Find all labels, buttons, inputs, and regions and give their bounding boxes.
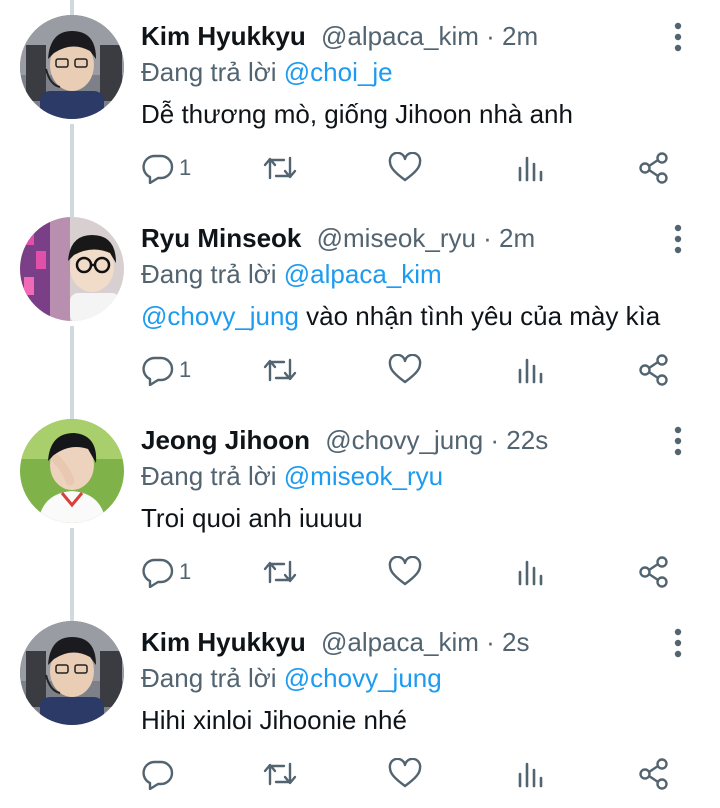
- tweet-body: Troi quoi anh iuuuu: [141, 503, 363, 533]
- tweet-header: Kim Hyukkyu @alpaca_kim · 2m: [141, 18, 538, 54]
- replying-to: Đang trả lời @choi_je: [141, 54, 393, 90]
- more-options-icon[interactable]: [666, 426, 690, 456]
- heart-icon: [388, 354, 422, 384]
- action-bar: [0, 756, 720, 796]
- analytics-icon: [518, 762, 543, 788]
- heart-icon: [388, 152, 422, 182]
- share-icon: [639, 354, 668, 386]
- replying-mention-link[interactable]: @miseok_ryu: [284, 461, 443, 491]
- replying-label: Đang trả lời: [141, 57, 284, 87]
- replying-label: Đang trả lời: [141, 663, 284, 693]
- analytics-button[interactable]: [516, 352, 546, 388]
- timestamp[interactable]: · 2m: [483, 223, 535, 253]
- tweet-text: Hihi xinloi Jihoonie nhé: [141, 702, 407, 738]
- replying-to: Đang trả lời @miseok_ryu: [141, 458, 443, 494]
- analytics-button[interactable]: [516, 554, 546, 590]
- tweet[interactable]: Kim Hyukkyu @alpaca_kim · 2s Đang trả lờ…: [0, 606, 720, 808]
- reply-icon: [142, 154, 174, 184]
- like-button[interactable]: [388, 352, 422, 388]
- replying-mention-link[interactable]: @alpaca_kim: [284, 259, 442, 289]
- replying-label: Đang trả lời: [141, 259, 284, 289]
- reply-count: 1: [179, 155, 192, 180]
- retweet-icon: [263, 560, 297, 584]
- retweet-button[interactable]: [262, 756, 298, 792]
- tweet[interactable]: Jeong Jihoon @chovy_jung · 22s Đang trả …: [0, 404, 720, 606]
- reply-icon: [142, 760, 174, 790]
- retweet-button[interactable]: [262, 352, 298, 388]
- reply-button[interactable]: 1: [141, 554, 191, 590]
- tweet-body: Dễ thương mò, giống Jihoon nhà anh: [141, 99, 573, 129]
- tweet-text: @chovy_jung vào nhận tình yêu của mày kì…: [141, 298, 660, 334]
- share-button[interactable]: [638, 352, 670, 388]
- retweet-button[interactable]: [262, 150, 298, 186]
- like-button[interactable]: [388, 554, 422, 590]
- action-bar: 1: [0, 352, 720, 392]
- reply-icon: [142, 356, 174, 386]
- action-bar: 1: [0, 554, 720, 594]
- author-handle[interactable]: @chovy_jung: [325, 425, 483, 455]
- tweet-header: Kim Hyukkyu @alpaca_kim · 2s: [141, 624, 529, 660]
- share-button[interactable]: [638, 554, 670, 590]
- retweet-icon: [263, 358, 297, 382]
- replying-mention-link[interactable]: @choi_je: [284, 57, 393, 87]
- share-button[interactable]: [638, 150, 670, 186]
- timestamp[interactable]: · 22s: [490, 425, 548, 455]
- author-handle[interactable]: @alpaca_kim: [321, 21, 479, 51]
- tweet-text: Dễ thương mò, giống Jihoon nhà anh: [141, 96, 573, 132]
- reply-icon: [142, 558, 174, 588]
- text-mention-link[interactable]: @chovy_jung: [141, 301, 299, 331]
- avatar[interactable]: [20, 15, 124, 119]
- tweet-header: Jeong Jihoon @chovy_jung · 22s: [141, 422, 548, 458]
- like-button[interactable]: [388, 756, 422, 792]
- replying-mention-link[interactable]: @chovy_jung: [284, 663, 442, 693]
- author-name[interactable]: Kim Hyukkyu: [141, 21, 306, 51]
- author-handle[interactable]: @miseok_ryu: [317, 223, 476, 253]
- replying-label: Đang trả lời: [141, 461, 284, 491]
- tweet-header: Ryu Minseok @miseok_ryu · 2m: [141, 220, 535, 256]
- more-options-icon[interactable]: [666, 22, 690, 52]
- heart-icon: [388, 556, 422, 586]
- tweet[interactable]: Ryu Minseok @miseok_ryu · 2m Đang trả lờ…: [0, 202, 720, 404]
- analytics-icon: [518, 358, 543, 384]
- avatar[interactable]: [20, 621, 124, 725]
- avatar[interactable]: [20, 419, 124, 523]
- reply-count: 1: [179, 357, 192, 382]
- analytics-icon: [518, 156, 543, 182]
- action-bar: 1: [0, 150, 720, 190]
- author-name[interactable]: Ryu Minseok: [141, 223, 301, 253]
- timestamp[interactable]: · 2s: [486, 627, 529, 657]
- retweet-icon: [263, 762, 297, 786]
- analytics-button[interactable]: [516, 756, 546, 792]
- reply-count: 1: [179, 559, 192, 584]
- share-icon: [639, 758, 668, 790]
- tweet-body: Hihi xinloi Jihoonie nhé: [141, 705, 407, 735]
- timestamp[interactable]: · 2m: [486, 21, 538, 51]
- retweet-button[interactable]: [262, 554, 298, 590]
- heart-icon: [388, 758, 422, 788]
- reply-button[interactable]: 1: [141, 352, 191, 388]
- replying-to: Đang trả lời @chovy_jung: [141, 660, 442, 696]
- replying-to: Đang trả lời @alpaca_kim: [141, 256, 442, 292]
- avatar[interactable]: [20, 217, 124, 321]
- share-icon: [639, 556, 668, 588]
- author-name[interactable]: Jeong Jihoon: [141, 425, 310, 455]
- more-options-icon[interactable]: [666, 628, 690, 658]
- tweet-body: vào nhận tình yêu của mày kìa: [298, 301, 661, 331]
- reply-button[interactable]: 1: [141, 150, 191, 186]
- like-button[interactable]: [388, 150, 422, 186]
- more-options-icon[interactable]: [666, 224, 690, 254]
- author-name[interactable]: Kim Hyukkyu: [141, 627, 306, 657]
- reply-button[interactable]: [141, 756, 179, 792]
- retweet-icon: [263, 156, 297, 180]
- share-icon: [639, 152, 668, 184]
- tweet-text: Troi quoi anh iuuuu: [141, 500, 363, 536]
- author-handle[interactable]: @alpaca_kim: [321, 627, 479, 657]
- analytics-button[interactable]: [516, 150, 546, 186]
- analytics-icon: [518, 560, 543, 586]
- tweet[interactable]: Kim Hyukkyu @alpaca_kim · 2m Đang trả lờ…: [0, 0, 720, 202]
- share-button[interactable]: [638, 756, 670, 792]
